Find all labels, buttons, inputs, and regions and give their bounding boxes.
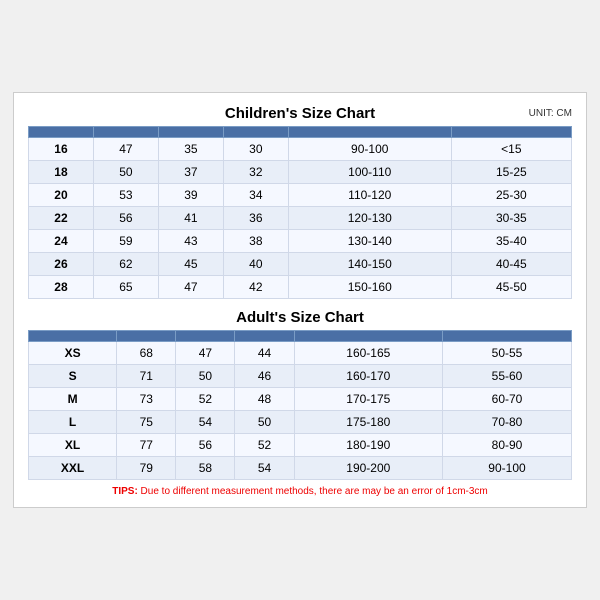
tips-text: Due to different measurement methods, th… (138, 486, 488, 497)
unit-label: UNIT: CM (529, 108, 572, 119)
children-col-bustw (158, 127, 223, 138)
children-size-table: 1647353090-100<1518503732100-11015-25205… (28, 126, 572, 299)
children-col-weight (451, 127, 571, 138)
adults-col-size (29, 331, 117, 342)
table-row: 28654742150-16045-50 (29, 276, 572, 299)
table-row: 18503732100-11015-25 (29, 161, 572, 184)
tips-row: TIPS: Due to different measurement metho… (28, 486, 572, 497)
adults-col-height (294, 331, 442, 342)
adults-size-table: XS684744160-16550-55S715046160-17055-60M… (28, 330, 572, 480)
adults-col-toplength (117, 331, 176, 342)
tips-label: TIPS: (112, 486, 138, 497)
adults-col-weight (442, 331, 571, 342)
children-header-row (29, 127, 572, 138)
children-col-size (29, 127, 94, 138)
adults-header-row (29, 331, 572, 342)
adults-title-row: Adult's Size Chart (28, 309, 572, 326)
children-chart-title: Children's Size Chart (225, 105, 375, 122)
table-row: 24594338130-14035-40 (29, 230, 572, 253)
table-row: L755450175-18070-80 (29, 411, 572, 434)
table-row: 22564136120-13030-35 (29, 207, 572, 230)
table-row: 20533934110-12025-30 (29, 184, 572, 207)
children-col-height (288, 127, 451, 138)
table-row: XXL795854190-20090-100 (29, 457, 572, 480)
table-row: XS684744160-16550-55 (29, 342, 572, 365)
adults-col-bustw (176, 331, 235, 342)
size-chart-container: Children's Size Chart UNIT: CM 164735309… (13, 92, 587, 508)
adults-col-pantlength (235, 331, 294, 342)
children-col-pantlength (223, 127, 288, 138)
table-row: S715046160-17055-60 (29, 365, 572, 388)
table-row: 1647353090-100<15 (29, 138, 572, 161)
table-row: M735248170-17560-70 (29, 388, 572, 411)
children-title-row: Children's Size Chart UNIT: CM (28, 105, 572, 122)
table-row: 26624540140-15040-45 (29, 253, 572, 276)
children-col-toplength (93, 127, 158, 138)
adults-chart-title: Adult's Size Chart (236, 309, 364, 326)
table-row: XL775652180-19080-90 (29, 434, 572, 457)
